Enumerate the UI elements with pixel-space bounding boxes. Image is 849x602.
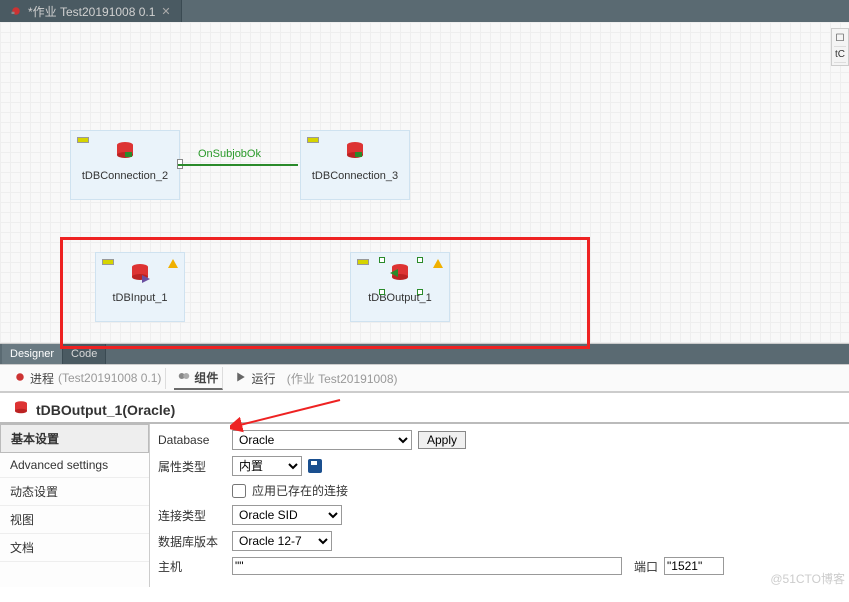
database-icon: [113, 139, 137, 163]
database-icon: [12, 399, 30, 420]
mini-item-1[interactable]: ☐: [834, 31, 846, 47]
node-label: tDBConnection_3: [301, 170, 409, 182]
bottom-panel: 进程 (Test20191008 0.1) 组件 运行 (作业 Test20191…: [0, 364, 849, 587]
database-icon: [343, 139, 367, 163]
selection-handle[interactable]: [417, 257, 423, 263]
host-label: 主机: [158, 558, 226, 575]
selection-handle[interactable]: [379, 289, 385, 295]
save-icon[interactable]: [308, 459, 322, 473]
tab-process[interactable]: 进程 (Test20191008 0.1): [10, 368, 166, 389]
tab-run[interactable]: 运行 (作业 Test20191008): [231, 368, 401, 389]
port-label: 端口: [634, 558, 658, 575]
settings-category-list: 基本设置 Advanced settings 动态设置 视图 文档: [0, 424, 150, 587]
editor-tab[interactable]: *作业 Test20191008 0.1 ✕: [0, 0, 182, 22]
tab-run-detail: (作业 Test20191008): [287, 370, 398, 387]
component-title-bar: tDBOutput_1(Oracle): [0, 393, 849, 424]
cat-doc[interactable]: 文档: [0, 534, 149, 562]
job-icon: [10, 5, 22, 17]
tab-component-label: 组件: [194, 369, 218, 386]
database-input-icon: [128, 261, 152, 285]
selection-handle[interactable]: [417, 289, 423, 295]
apply-button[interactable]: Apply: [418, 431, 466, 449]
component-icon: [178, 370, 190, 385]
node-label: tDBInput_1: [96, 292, 184, 304]
subjob-toggle-icon[interactable]: [357, 259, 369, 265]
node-tdbinput-1[interactable]: tDBInput_1: [95, 252, 185, 322]
node-tdboutput-1[interactable]: tDBOutput_1: [350, 252, 450, 322]
close-icon[interactable]: ✕: [161, 5, 170, 18]
designer-canvas[interactable]: ☐ tC tDBConnection_2 OnSubjobOk tDBConne…: [0, 22, 849, 343]
node-label: tDBConnection_2: [71, 170, 179, 182]
tab-run-label: 运行: [251, 370, 275, 387]
cat-view[interactable]: 视图: [0, 506, 149, 534]
node-tdbconnection-3[interactable]: tDBConnection_3: [300, 130, 410, 200]
node-tdbconnection-2[interactable]: tDBConnection_2: [70, 130, 180, 200]
conn-type-label: 连接类型: [158, 507, 226, 524]
attr-type-label: 属性类型: [158, 458, 226, 475]
play-icon: [235, 371, 247, 386]
database-label: Database: [158, 433, 226, 447]
process-icon: [14, 371, 26, 386]
editor-tab-title: *作业 Test20191008 0.1: [28, 3, 155, 20]
link-label: OnSubjobOk: [198, 148, 261, 160]
settings-form: Database Oracle Apply 属性类型 内置 应用已存在的连接 连…: [150, 424, 849, 587]
db-version-select[interactable]: Oracle 12-7: [232, 531, 332, 551]
panel-tabs: 进程 (Test20191008 0.1) 组件 运行 (作业 Test20191…: [0, 365, 849, 393]
attr-type-select[interactable]: 内置: [232, 456, 302, 476]
selection-handle[interactable]: [379, 257, 385, 263]
node-label: tDBOutput_1: [351, 292, 449, 304]
warning-icon: [168, 259, 178, 268]
top-tab-bar: *作业 Test20191008 0.1 ✕: [0, 0, 849, 22]
use-existing-connection-checkbox[interactable]: [232, 484, 246, 498]
tab-component[interactable]: 组件: [174, 367, 223, 390]
designer-canvas-wrap: ☐ tC tDBConnection_2 OnSubjobOk tDBConne…: [0, 22, 849, 344]
cat-advanced[interactable]: Advanced settings: [0, 453, 149, 478]
tab-designer[interactable]: Designer: [2, 344, 63, 364]
conn-type-select[interactable]: Oracle SID: [232, 505, 342, 525]
database-output-icon: [388, 261, 412, 285]
properties-area: 基本设置 Advanced settings 动态设置 视图 文档 Databa…: [0, 424, 849, 587]
subjob-toggle-icon[interactable]: [77, 137, 89, 143]
tab-process-detail: (Test20191008 0.1): [58, 371, 161, 385]
subjob-toggle-icon[interactable]: [102, 259, 114, 265]
tab-process-label: 进程: [30, 370, 54, 387]
mini-item-2[interactable]: tC: [834, 47, 846, 63]
host-input[interactable]: [232, 557, 622, 575]
db-version-label: 数据库版本: [158, 533, 226, 550]
right-mini-toolbar: ☐ tC: [831, 28, 849, 66]
link-onsubjobok[interactable]: [178, 164, 298, 166]
port-input[interactable]: [664, 557, 724, 575]
component-title: tDBOutput_1(Oracle): [36, 402, 175, 418]
cat-dynamic[interactable]: 动态设置: [0, 478, 149, 506]
cat-basic[interactable]: 基本设置: [0, 424, 149, 453]
use-existing-connection-label: 应用已存在的连接: [252, 482, 348, 499]
watermark: @51CTO博客: [770, 570, 845, 587]
subjob-toggle-icon[interactable]: [307, 137, 319, 143]
warning-icon: [433, 259, 443, 268]
database-select[interactable]: Oracle: [232, 430, 412, 450]
